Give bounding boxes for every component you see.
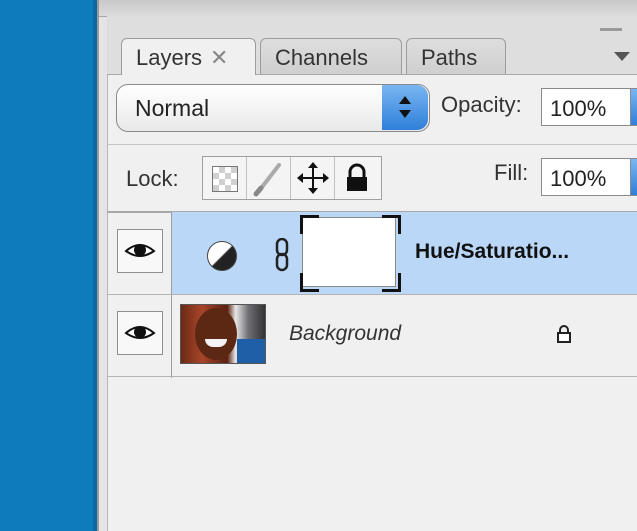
eye-icon [124, 326, 156, 339]
lock-position-button[interactable] [291, 157, 335, 199]
fill-input[interactable]: 100% [541, 158, 631, 196]
mask-corner [300, 273, 319, 292]
mask-corner [300, 215, 319, 234]
opacity-slider-button[interactable] [631, 88, 637, 126]
blend-mode-value: Normal [135, 95, 210, 121]
tab-layers-label: Layers [136, 45, 203, 70]
opacity-label: Opacity: [441, 92, 522, 117]
tab-paths[interactable]: Paths [406, 38, 506, 74]
eye-column-divider [171, 212, 172, 378]
lock-buttons [202, 156, 382, 200]
mask-corner [382, 215, 401, 234]
arrow-up-icon [399, 96, 411, 104]
eye-icon [124, 244, 156, 257]
lock-icon [557, 325, 571, 343]
lock-all-button[interactable] [335, 157, 379, 199]
lock-transparent-pixels-icon [212, 166, 238, 192]
divider [107, 144, 637, 145]
tab-paths-label: Paths [421, 45, 478, 70]
lock-image-pixels-icon [253, 163, 281, 197]
layer-name-background[interactable]: Background [289, 322, 401, 346]
lock-transparent-pixels-button[interactable] [203, 157, 247, 199]
fill-slider-button[interactable] [631, 158, 637, 196]
arrow-down-icon [399, 110, 411, 118]
mask-corner [382, 273, 401, 292]
fill-value: 100% [550, 166, 607, 191]
panel-menu-icon[interactable] [614, 52, 630, 61]
visibility-toggle-hue-saturation[interactable] [117, 229, 163, 273]
link-chain-icon[interactable] [275, 238, 289, 272]
tab-channels-label: Channels [275, 45, 368, 70]
row-divider [107, 376, 637, 377]
lock-label: Lock: [126, 166, 179, 191]
palette-title-bar[interactable] [99, 0, 637, 17]
lock-image-pixels-button[interactable] [247, 157, 291, 199]
thumbnail-face [195, 308, 237, 360]
stepper-arrows-icon[interactable] [382, 85, 428, 130]
layer-name-hue-saturation[interactable]: Hue/Saturatio... [415, 240, 569, 264]
lock-all-icon [347, 163, 367, 191]
row-divider [107, 294, 637, 295]
opacity-input[interactable]: 100% [541, 88, 631, 126]
adjustment-half-circle-icon [207, 241, 237, 271]
thumbnail-shirt [237, 339, 265, 363]
tab-channels[interactable]: Channels [260, 38, 402, 74]
minimize-icon[interactable] [600, 28, 622, 31]
fill-label: Fill: [494, 160, 529, 185]
tab-layers[interactable]: Layers ✕ [121, 38, 256, 75]
opacity-value: 100% [550, 96, 607, 121]
photo-thumbnail[interactable] [180, 304, 266, 364]
visibility-toggle-background[interactable] [117, 311, 163, 355]
lock-position-icon [297, 162, 329, 194]
desktop-background [0, 0, 97, 531]
close-icon[interactable]: ✕ [210, 45, 228, 70]
